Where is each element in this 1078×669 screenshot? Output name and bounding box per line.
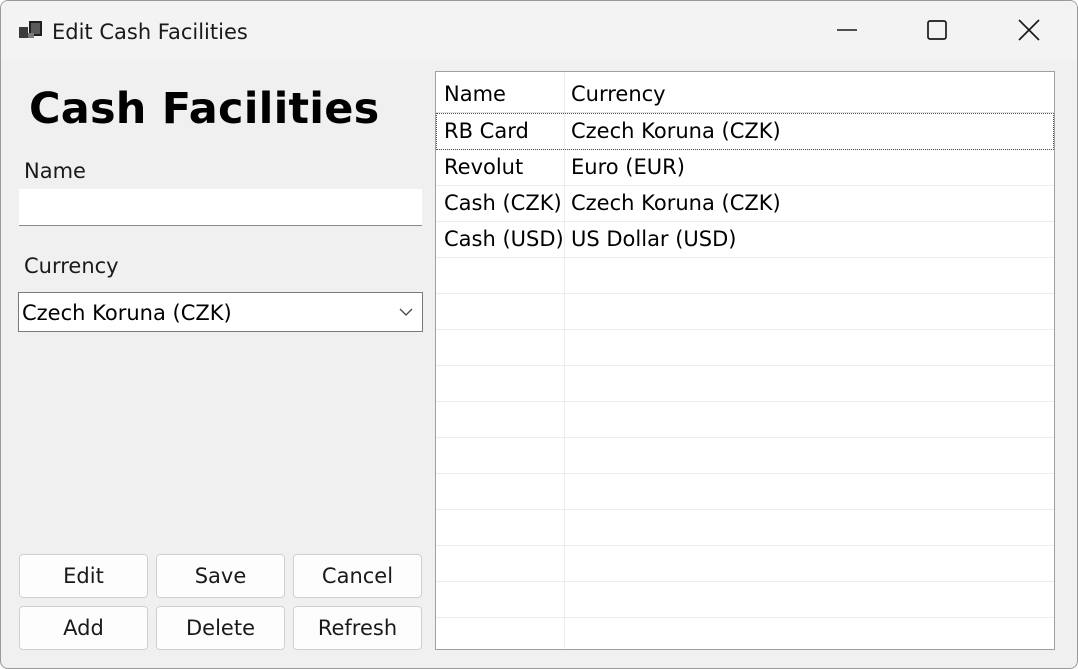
refresh-button[interactable]: Refresh <box>293 606 422 650</box>
cell-name: Cash (USD) <box>444 227 564 251</box>
empty-row <box>436 293 1054 330</box>
page-title: Cash Facilities <box>29 84 380 134</box>
table-header-row: Name Currency <box>436 76 1054 113</box>
cell-name: RB Card <box>444 119 529 143</box>
table-row[interactable]: Cash (USD) US Dollar (USD) <box>436 221 1054 258</box>
close-button[interactable] <box>983 1 1075 59</box>
cell-currency: Euro (EUR) <box>571 155 685 179</box>
cell-currency: Czech Koruna (CZK) <box>571 191 781 215</box>
title-bar[interactable]: Edit Cash Facilities <box>1 1 1077 59</box>
cell-currency: Czech Koruna (CZK) <box>571 119 781 143</box>
table-row[interactable]: Revolut Euro (EUR) <box>436 149 1054 186</box>
empty-row <box>436 329 1054 366</box>
chevron-down-icon <box>399 308 413 316</box>
maximize-icon <box>927 20 947 40</box>
empty-row <box>436 257 1054 294</box>
table-row[interactable]: Cash (CZK) Czech Koruna (CZK) <box>436 185 1054 222</box>
empty-row <box>436 401 1054 438</box>
window-title: Edit Cash Facilities <box>52 20 248 44</box>
name-field[interactable] <box>19 189 422 226</box>
save-button[interactable]: Save <box>156 554 285 598</box>
app-icon <box>19 21 42 38</box>
empty-row <box>436 509 1054 546</box>
currency-dropdown[interactable]: Czech Koruna (CZK) <box>18 292 423 332</box>
minimize-icon <box>837 29 857 31</box>
empty-row <box>436 437 1054 474</box>
name-label: Name <box>24 159 86 183</box>
empty-row <box>436 473 1054 510</box>
empty-row <box>436 581 1054 618</box>
cancel-button[interactable]: Cancel <box>293 554 422 598</box>
cell-name: Revolut <box>444 155 524 179</box>
column-header-currency[interactable]: Currency <box>571 76 666 112</box>
add-button[interactable]: Add <box>19 606 148 650</box>
table-row[interactable]: RB Card Czech Koruna (CZK) <box>436 113 1054 150</box>
cash-facilities-table[interactable]: Name Currency RB Card Czech Koruna (CZK)… <box>435 71 1055 650</box>
empty-row <box>436 365 1054 402</box>
cell-currency: US Dollar (USD) <box>571 227 737 251</box>
currency-selected-value: Czech Koruna (CZK) <box>22 301 232 325</box>
delete-button[interactable]: Delete <box>156 606 285 650</box>
empty-row <box>436 545 1054 582</box>
edit-button[interactable]: Edit <box>19 554 148 598</box>
column-header-name[interactable]: Name <box>444 76 506 112</box>
edit-cash-facilities-window: Edit Cash Facilities Cash Facilities Nam… <box>0 0 1078 669</box>
close-icon <box>1018 19 1040 41</box>
minimize-button[interactable] <box>801 1 893 59</box>
empty-row <box>436 617 1054 649</box>
cell-name: Cash (CZK) <box>444 191 562 215</box>
maximize-button[interactable] <box>891 1 983 59</box>
currency-label: Currency <box>24 254 119 278</box>
